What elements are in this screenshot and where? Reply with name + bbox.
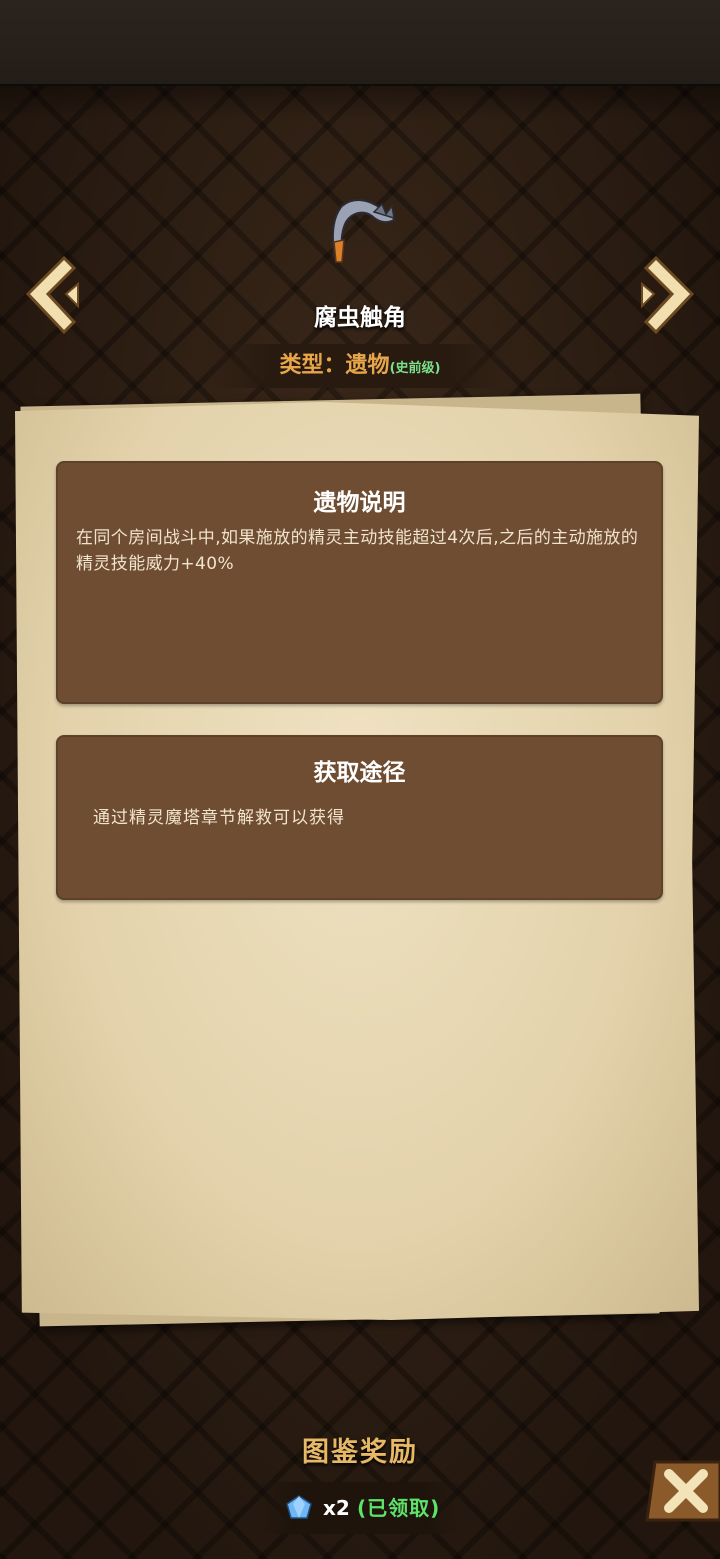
description-text: 在同个房间战斗中,如果施放的精灵主动技能超过4次后,之后的主动施放的精灵技能威力… — [76, 528, 639, 574]
description-title: 遗物说明 — [313, 490, 406, 516]
obtain-method-panel: 获取途径 通过精灵魔塔章节解救可以获得 — [56, 735, 663, 900]
tentacle-relic-icon — [331, 199, 396, 263]
relic-name: 腐虫触角 — [314, 305, 406, 331]
relic-description-panel: 遗物说明 在同个房间战斗中,如果施放的精灵主动技能超过4次后,之后的主动施放的精… — [56, 461, 663, 704]
type-label: 类型： — [279, 353, 346, 378]
close-button[interactable] — [645, 1460, 720, 1522]
diamond-gem-icon — [286, 1495, 312, 1519]
collection-reward-title: 图鉴奖励 — [302, 1437, 418, 1468]
obtain-title: 获取途径 — [313, 760, 406, 786]
obtain-text: 通过精灵魔塔章节解救可以获得 — [93, 808, 345, 828]
reward-claimed-status: (已领取) — [357, 1496, 441, 1520]
top-bar — [0, 0, 720, 86]
top-strip — [0, 84, 720, 120]
grade-label: (史前级) — [389, 361, 441, 376]
reward-count: x2 — [323, 1496, 350, 1520]
relic-type-banner: 类型：遗物(史前级) — [210, 344, 510, 388]
reward-bar: x2 (已领取) — [255, 1482, 465, 1534]
close-icon — [645, 1460, 720, 1522]
type-value: 遗物 — [345, 353, 390, 378]
